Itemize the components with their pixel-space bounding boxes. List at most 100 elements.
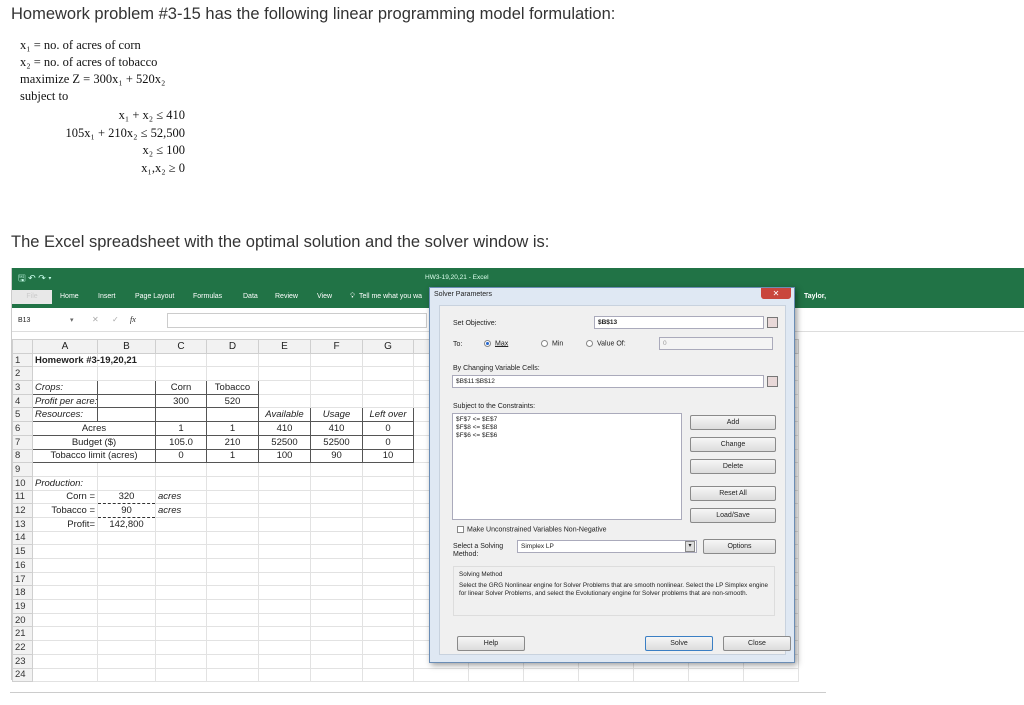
tell-me-box[interactable]: Tell me what you wa — [359, 293, 422, 300]
cell[interactable] — [362, 489, 414, 505]
cell[interactable] — [32, 571, 98, 587]
cell[interactable] — [97, 407, 156, 423]
range-select-icon[interactable] — [767, 376, 778, 387]
cell[interactable]: 142,800 — [97, 516, 156, 532]
row-header[interactable]: 12 — [12, 503, 33, 518]
cell[interactable] — [206, 352, 259, 368]
cell[interactable] — [258, 503, 311, 518]
cell[interactable]: 210 — [206, 434, 259, 450]
cell[interactable] — [310, 489, 363, 505]
cell[interactable] — [206, 612, 259, 628]
constraint-item[interactable]: $F$6 <= $E$6 — [456, 432, 678, 440]
cell[interactable] — [97, 475, 156, 491]
cell[interactable] — [155, 530, 207, 546]
cell[interactable] — [206, 475, 259, 491]
cell[interactable]: Profit= — [32, 516, 98, 532]
cell[interactable]: 300 — [155, 393, 207, 409]
cell[interactable] — [206, 585, 259, 601]
tab-data[interactable]: Data — [243, 293, 258, 300]
cell[interactable] — [258, 352, 311, 368]
cell[interactable] — [258, 462, 311, 477]
min-radio[interactable]: Min — [541, 340, 563, 347]
cell[interactable] — [258, 489, 311, 505]
cell[interactable]: Production: — [32, 475, 98, 491]
cell[interactable]: Corn — [155, 380, 207, 395]
cell[interactable] — [258, 626, 311, 642]
cell[interactable] — [362, 544, 414, 559]
options-button[interactable]: Options — [703, 539, 776, 554]
cell[interactable] — [258, 516, 311, 532]
row-header[interactable]: 13 — [12, 516, 33, 532]
set-objective-input[interactable]: $B$13 — [594, 316, 764, 329]
row-header[interactable]: 10 — [12, 475, 33, 491]
cell[interactable] — [155, 653, 207, 669]
row-header[interactable]: 6 — [12, 421, 33, 436]
column-header[interactable]: D — [206, 339, 259, 354]
cell[interactable] — [32, 599, 98, 614]
row-header[interactable]: 11 — [12, 489, 33, 505]
cell[interactable] — [258, 393, 311, 409]
cell[interactable] — [310, 462, 363, 477]
cell[interactable] — [258, 366, 311, 382]
cell[interactable] — [206, 407, 259, 423]
close-icon[interactable]: ✕ — [761, 288, 791, 299]
cell[interactable] — [258, 571, 311, 587]
load-save-button[interactable]: Load/Save — [690, 508, 776, 523]
row-header[interactable]: 20 — [12, 612, 33, 628]
row-header[interactable]: 17 — [12, 571, 33, 587]
row-header[interactable]: 19 — [12, 599, 33, 614]
close-button[interactable]: Close — [723, 636, 791, 651]
cell[interactable] — [310, 626, 363, 642]
fx-icon[interactable]: fx — [130, 315, 136, 324]
cell[interactable] — [97, 380, 156, 395]
cell[interactable]: 0 — [362, 421, 414, 436]
cell[interactable] — [362, 626, 414, 642]
cell[interactable] — [206, 640, 259, 655]
cell[interactable] — [206, 653, 259, 669]
row-header[interactable]: 5 — [12, 407, 33, 423]
row-header[interactable]: 22 — [12, 640, 33, 655]
tab-view[interactable]: View — [317, 293, 332, 300]
cell[interactable] — [258, 585, 311, 601]
cell[interactable] — [310, 393, 363, 409]
cell[interactable] — [155, 407, 207, 423]
cell[interactable] — [523, 667, 579, 683]
changing-cells-input[interactable]: $B$11:$B$12 — [452, 375, 764, 388]
cell[interactable] — [32, 558, 98, 573]
cell[interactable]: Tobacco — [206, 380, 259, 395]
cell[interactable] — [310, 530, 363, 546]
cell[interactable] — [633, 667, 689, 683]
cell[interactable] — [32, 462, 98, 477]
cell[interactable] — [310, 558, 363, 573]
cell[interactable] — [310, 653, 363, 669]
cell[interactable] — [413, 667, 469, 683]
cell[interactable] — [310, 380, 363, 395]
cell[interactable] — [362, 462, 414, 477]
cell[interactable] — [155, 667, 207, 683]
chevron-down-icon[interactable]: ▾ — [70, 316, 74, 324]
cell[interactable] — [310, 516, 363, 532]
formula-input[interactable] — [167, 313, 427, 328]
cell[interactable]: 410 — [258, 421, 311, 436]
cell[interactable] — [362, 516, 414, 532]
value-of-input[interactable]: 0 — [659, 337, 773, 350]
row-header[interactable]: 18 — [12, 585, 33, 601]
cell[interactable] — [97, 571, 156, 587]
cell[interactable] — [362, 640, 414, 655]
row-header[interactable]: 8 — [12, 448, 33, 464]
cell[interactable] — [258, 558, 311, 573]
cell[interactable] — [258, 667, 311, 683]
cell[interactable] — [32, 612, 98, 628]
cell[interactable]: 520 — [206, 393, 259, 409]
row-header[interactable]: 23 — [12, 653, 33, 669]
cell[interactable] — [97, 585, 156, 601]
cell[interactable] — [155, 516, 207, 532]
cell[interactable] — [155, 612, 207, 628]
cell[interactable] — [206, 626, 259, 642]
cell[interactable] — [310, 475, 363, 491]
cell[interactable]: Homework #3-19,20,21 — [32, 352, 137, 368]
cell[interactable]: Tobacco = — [32, 503, 98, 518]
cell[interactable] — [97, 462, 156, 477]
cell[interactable] — [258, 612, 311, 628]
cell[interactable] — [258, 544, 311, 559]
